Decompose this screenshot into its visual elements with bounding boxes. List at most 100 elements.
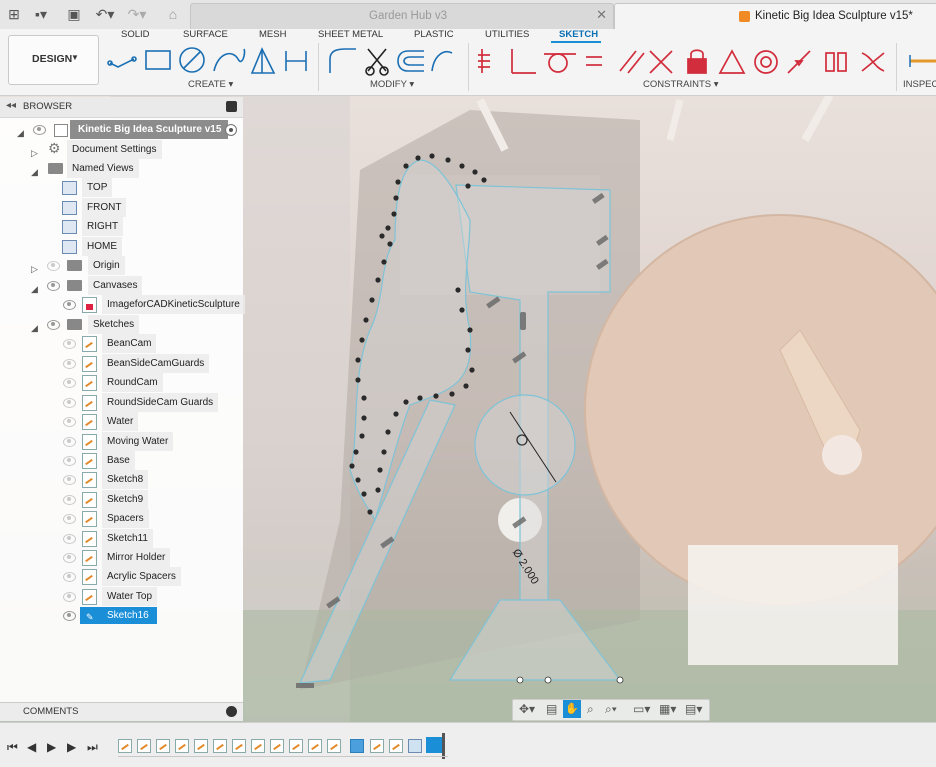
timeline-feature[interactable] [327, 739, 341, 753]
visibility-eye-icon[interactable] [63, 572, 76, 582]
equal-icon[interactable] [586, 56, 602, 66]
timeline-feature-canvas[interactable] [350, 739, 364, 753]
home-icon[interactable]: ⌂ [164, 5, 182, 23]
timeline-feature-selected[interactable] [426, 737, 442, 753]
create-menu[interactable]: CREATE ▾ [188, 79, 233, 90]
file-menu-icon[interactable]: ▪▾ [30, 5, 52, 23]
visibility-eye-icon[interactable] [47, 281, 60, 291]
tab-garden-hub[interactable]: Garden Hub v3 ✕ [190, 3, 614, 30]
pan-hand-icon[interactable]: ✋ [563, 700, 581, 718]
visibility-eye-icon[interactable] [63, 378, 76, 388]
collapse-triangle-icon[interactable]: ◢ [31, 280, 38, 299]
comments-panel[interactable]: COMMENTS [0, 702, 243, 721]
visibility-eye-icon[interactable] [63, 514, 76, 524]
visibility-eye-icon[interactable] [63, 398, 76, 408]
activate-radio-icon[interactable] [225, 124, 237, 136]
modify-menu[interactable]: MODIFY ▾ [370, 79, 414, 90]
visibility-eye-icon[interactable] [63, 339, 76, 349]
collinear-icon[interactable] [649, 50, 673, 74]
expand-triangle-icon[interactable]: ◢ [17, 124, 24, 143]
step-back-icon[interactable]: ◀ [27, 740, 36, 754]
collapse-panel-icon[interactable]: ◂◂ [6, 100, 16, 111]
timeline-feature[interactable] [289, 739, 303, 753]
go-to-start-icon[interactable]: ⏮ [7, 740, 18, 755]
collapse-triangle-icon[interactable]: ◢ [31, 163, 38, 182]
step-forward-icon[interactable]: ▶ [67, 740, 76, 754]
expand-triangle-icon[interactable]: ▷ [31, 144, 38, 163]
arc-tool-icon[interactable] [213, 48, 246, 72]
inspect-measure-icon[interactable] [906, 45, 936, 77]
timeline-feature[interactable] [137, 739, 151, 753]
timeline-feature[interactable] [194, 739, 208, 753]
tab-kinetic-sculpture[interactable]: Kinetic Big Idea Sculpture v15* [614, 3, 936, 31]
polygon-tool-icon[interactable] [250, 47, 276, 74]
coincident-icon[interactable] [478, 49, 490, 73]
play-icon[interactable]: ▶ [47, 740, 56, 754]
redo-icon[interactable]: ↷▾ [126, 5, 148, 23]
timeline-feature[interactable] [389, 739, 403, 753]
midpoint-icon[interactable] [787, 50, 811, 74]
line-tool-icon[interactable] [107, 56, 137, 68]
timeline-feature[interactable] [213, 739, 227, 753]
save-icon[interactable]: ▣ [66, 5, 82, 23]
timeline-feature[interactable] [308, 739, 322, 753]
expand-triangle-icon[interactable]: ▷ [31, 260, 38, 279]
visibility-eye-icon[interactable] [33, 125, 46, 135]
rectangle-tool-icon[interactable] [145, 50, 171, 70]
timeline-feature-image[interactable] [408, 739, 422, 753]
tab-sheet-metal[interactable]: SHEET METAL [318, 29, 383, 43]
browser-menu-icon[interactable] [226, 101, 237, 112]
tab-plastic[interactable]: PLASTIC [414, 29, 454, 43]
parallel-icon[interactable] [619, 50, 645, 74]
visibility-eye-icon[interactable] [47, 320, 60, 330]
fillet-tool-icon[interactable] [329, 48, 356, 73]
tab-utilities[interactable]: UTILITIES [485, 29, 529, 43]
timeline-feature[interactable] [232, 739, 246, 753]
dimension-tool-icon[interactable] [285, 51, 307, 71]
browser-root-item[interactable]: ◢ Kinetic Big Idea Sculpture v15 [0, 120, 243, 139]
visibility-eye-icon[interactable] [63, 534, 76, 544]
visibility-eye-icon[interactable] [47, 261, 60, 271]
visibility-eye-icon[interactable] [63, 300, 76, 310]
timeline-feature[interactable] [370, 739, 384, 753]
viewport-settings-icon[interactable]: ▤▾ [685, 702, 702, 716]
close-tab-icon[interactable]: ✕ [596, 7, 607, 23]
collapse-triangle-icon[interactable]: ◢ [31, 319, 38, 338]
timeline-feature[interactable] [270, 739, 284, 753]
visibility-eye-icon[interactable] [63, 475, 76, 485]
tangent-icon[interactable] [544, 53, 576, 73]
undo-icon[interactable]: ↶▾ [94, 5, 116, 23]
perpendicular-icon[interactable] [511, 49, 536, 74]
timeline-feature[interactable] [118, 739, 132, 753]
timeline-feature[interactable] [175, 739, 189, 753]
workspace-switcher[interactable]: DESIGN ▼ [8, 35, 99, 85]
fit-icon[interactable]: ⌕▾ [605, 702, 617, 717]
timeline-feature[interactable] [156, 739, 170, 753]
tab-surface[interactable]: SURFACE [183, 29, 228, 43]
go-to-end-icon[interactable]: ⏭ [87, 740, 98, 755]
tab-mesh[interactable]: MESH [259, 29, 286, 43]
symmetric-icon[interactable] [825, 52, 847, 72]
tab-solid[interactable]: SOLID [121, 29, 150, 43]
visibility-eye-icon[interactable] [63, 611, 76, 621]
symmetry-triangle-icon[interactable] [718, 49, 746, 74]
visibility-eye-icon[interactable] [63, 495, 76, 505]
inspect-menu[interactable]: INSPECT [903, 79, 936, 90]
visibility-eye-icon[interactable] [63, 592, 76, 602]
zoom-icon[interactable]: ⌕ [587, 702, 594, 717]
orbit-icon[interactable]: ✥▾ [519, 702, 535, 716]
constraints-menu[interactable]: CONSTRAINTS ▾ [643, 79, 719, 90]
curvature-icon[interactable] [861, 52, 885, 72]
look-at-icon[interactable]: ▤ [546, 702, 557, 716]
timeline-feature[interactable] [251, 739, 265, 753]
spline-tool-icon[interactable] [431, 51, 453, 72]
fix-lock-icon[interactable] [687, 49, 707, 74]
add-comment-icon[interactable] [226, 706, 237, 717]
trim-tool-icon[interactable] [365, 48, 389, 76]
grid-menu-icon[interactable]: ⊞ [6, 5, 22, 23]
circle-tool-icon[interactable] [179, 47, 205, 73]
visibility-eye-icon[interactable] [63, 437, 76, 447]
visibility-eye-icon[interactable] [63, 553, 76, 563]
visibility-eye-icon[interactable] [63, 359, 76, 369]
grid-settings-icon[interactable]: ▦▾ [659, 702, 676, 716]
